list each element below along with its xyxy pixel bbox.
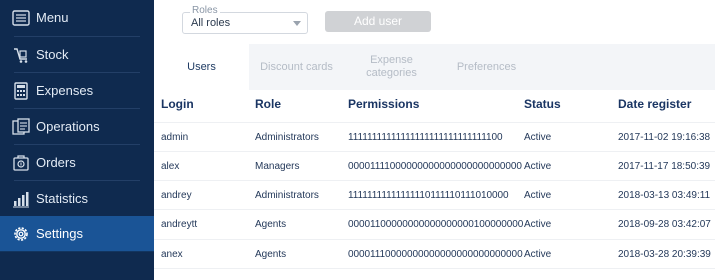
cell-status: Active <box>524 219 552 230</box>
sidebar-item-label: Expenses <box>36 83 94 98</box>
column-header-login[interactable]: Login <box>161 97 194 111</box>
tab-label: Expense categories <box>366 54 417 79</box>
tab-label: Discount cards <box>260 60 333 73</box>
toolbar: Roles All roles Add user <box>154 0 715 44</box>
sidebar-item-label: Menu <box>36 10 69 25</box>
table-row[interactable]: andreytt Agents 000011000000000000000001… <box>154 209 715 238</box>
sidebar: Menu Stock Expenses Operations Orders St… <box>0 0 154 280</box>
column-header-role[interactable]: Role <box>255 97 281 111</box>
sidebar-item-statistics[interactable]: Statistics <box>0 181 154 217</box>
cell-login: andrey <box>161 190 192 201</box>
cell-role: Agents <box>255 219 287 230</box>
tab-label: Preferences <box>456 60 517 73</box>
sidebar-item-menu[interactable]: Menu <box>0 0 154 36</box>
chevron-down-icon <box>293 21 301 26</box>
tab-label: Users <box>187 60 216 73</box>
cell-date-register: 2018-03-13 03:49:11 <box>618 190 711 201</box>
sidebar-item-expenses[interactable]: Expenses <box>0 73 154 109</box>
sidebar-item-orders[interactable]: Orders <box>0 145 154 181</box>
calculator-icon <box>14 82 28 100</box>
tab-expense-categories[interactable]: Expense categories <box>344 44 439 90</box>
table-row[interactable]: admin Administrators 1111111111111111111… <box>154 122 715 151</box>
sidebar-item-settings[interactable]: Settings <box>0 216 154 252</box>
add-user-button[interactable]: Add user <box>325 11 431 32</box>
table-row[interactable] <box>154 268 715 280</box>
sidebar-item-label: Settings <box>36 226 83 241</box>
stock-icon <box>14 48 28 63</box>
table-row[interactable]: alex Managers 00001111000000000000000000… <box>154 151 715 180</box>
tab-users[interactable]: Users <box>154 44 249 90</box>
cell-permissions: 00001111000000000000000000000000 <box>348 161 522 172</box>
cell-date-register: 2018-09-28 03:42:07 <box>618 219 711 230</box>
cell-status: Active <box>524 132 552 143</box>
roles-label: Roles <box>190 5 220 16</box>
cell-role: Administrators <box>255 190 319 201</box>
cell-role: Managers <box>255 161 300 172</box>
roles-select-value: All roles <box>191 17 231 29</box>
cell-status: Active <box>524 190 552 201</box>
cell-login: anex <box>161 249 183 260</box>
cell-role: Agents <box>255 249 287 260</box>
menu-icon <box>12 10 30 26</box>
cell-permissions: 00001100000000000000000100000000 <box>348 219 524 230</box>
orders-icon <box>13 155 29 171</box>
table-row[interactable]: andrey Administrators 111111111111111101… <box>154 180 715 209</box>
cell-status: Active <box>524 161 552 172</box>
column-header-permissions[interactable]: Permissions <box>348 97 419 111</box>
cell-date-register: 2017-11-02 19:16:38 <box>618 132 711 143</box>
sidebar-item-label: Operations <box>36 119 100 134</box>
sidebar-divider <box>0 251 154 252</box>
tab-preferences[interactable]: Preferences <box>439 44 534 90</box>
cell-login: andreytt <box>161 219 198 230</box>
cell-permissions: 00001110000000000000000000000000 <box>348 249 523 260</box>
sidebar-item-stock[interactable]: Stock <box>0 37 154 73</box>
cell-role: Administrators <box>255 132 319 143</box>
tab-discount-cards[interactable]: Discount cards <box>249 44 344 90</box>
column-header-status[interactable]: Status <box>524 97 561 111</box>
cell-status: Active <box>524 249 552 260</box>
cell-permissions: 11111111111111111111111111111100 <box>348 132 503 143</box>
cell-date-register: 2017-11-17 18:50:39 <box>618 161 711 172</box>
cell-login: admin <box>161 132 189 143</box>
cell-login: alex <box>161 161 180 172</box>
sidebar-item-operations[interactable]: Operations <box>0 109 154 145</box>
column-header-date-register[interactable]: Date register <box>618 97 691 111</box>
main-content: Roles All roles Add user Users Discount … <box>154 0 715 280</box>
cell-permissions: 11111111111111110111110111010000 <box>348 190 509 201</box>
operations-icon <box>12 118 30 135</box>
sidebar-item-label: Statistics <box>36 191 89 206</box>
statistics-icon <box>13 192 29 208</box>
cell-date-register: 2018-03-28 20:39:39 <box>618 249 711 260</box>
table-row[interactable]: anex Agents 0000111000000000000000000000… <box>154 239 715 268</box>
sidebar-item-label: Stock <box>36 47 69 62</box>
sidebar-item-label: Orders <box>36 155 76 170</box>
gear-icon <box>14 227 28 241</box>
